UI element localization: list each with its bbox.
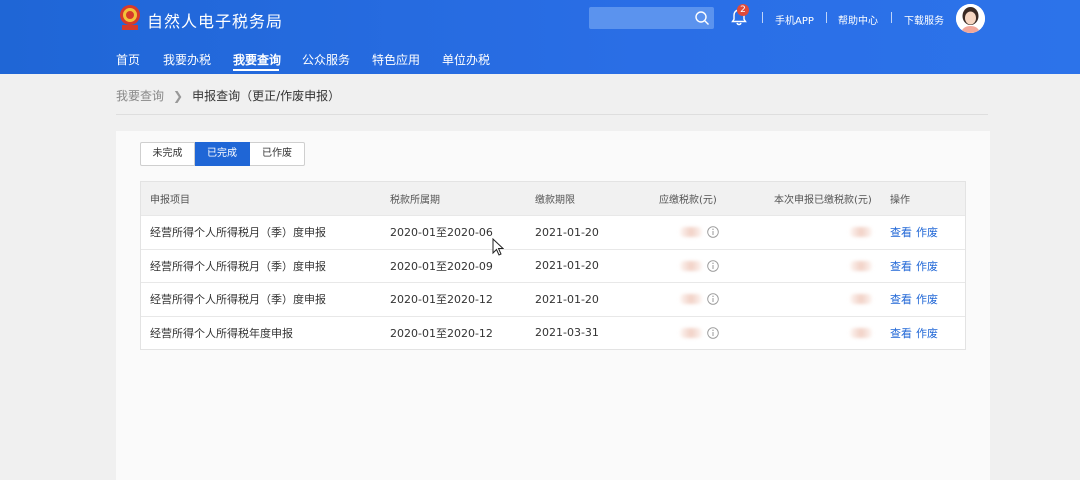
header-period: 税款所属期 xyxy=(390,195,440,206)
table-row: 经营所得个人所得税月（季）度申报 2020-01至2020-09 2021-01… xyxy=(141,248,965,283)
row-tax-due xyxy=(680,250,719,283)
download-service-link[interactable]: 下载服务 xyxy=(904,12,944,27)
table-row: 经营所得个人所得税月（季）度申报 2020-01至2020-06 2021-01… xyxy=(141,215,965,249)
top-header: 自然人电子税务局 2 手机APP 帮助中心 下载服务 首页 我要办税 我要查询 … xyxy=(0,0,1080,74)
row-tax-due xyxy=(680,283,719,316)
chevron-right-icon: ❯ xyxy=(173,89,184,103)
search-icon[interactable] xyxy=(694,10,710,26)
site-title[interactable]: 自然人电子税务局 xyxy=(147,8,283,32)
row-item: 经营所得个人所得税月（季）度申报 xyxy=(150,259,326,273)
separator xyxy=(891,12,892,23)
void-link[interactable]: 作废 xyxy=(916,325,938,341)
separator xyxy=(826,12,827,23)
separator xyxy=(762,12,763,23)
redacted-amount xyxy=(680,260,702,271)
redacted-amount xyxy=(850,327,872,338)
search-input[interactable] xyxy=(589,7,714,29)
row-period: 2020-01至2020-09 xyxy=(390,259,493,273)
redacted-amount xyxy=(680,294,702,305)
nav-unit-tax[interactable]: 单位办税 xyxy=(442,51,490,68)
header-actions: 操作 xyxy=(890,195,910,206)
table-row: 经营所得个人所得税年度申报 2020-01至2020-12 2021-03-31… xyxy=(141,315,965,350)
tax-bureau-logo[interactable] xyxy=(117,3,143,33)
nav-active-indicator xyxy=(233,69,279,71)
nav-home[interactable]: 首页 xyxy=(116,51,140,68)
row-deadline: 2021-03-31 xyxy=(535,326,599,340)
void-link[interactable]: 作废 xyxy=(916,258,938,274)
nav-query[interactable]: 我要查询 xyxy=(233,51,281,68)
status-tabs: 未完成 已完成 已作废 xyxy=(140,142,305,166)
row-actions: 查看 作废 xyxy=(890,216,938,249)
row-tax-paid xyxy=(850,317,872,350)
declaration-table: 申报项目 税款所属期 缴款期限 应缴税款(元) 本次申报已缴税款(元) 操作 经… xyxy=(140,181,966,350)
tab-completed[interactable]: 已完成 xyxy=(195,142,250,166)
info-icon[interactable] xyxy=(707,326,719,339)
void-link[interactable]: 作废 xyxy=(916,291,938,307)
table-header: 申报项目 税款所属期 缴款期限 应缴税款(元) 本次申报已缴税款(元) 操作 xyxy=(141,182,965,215)
row-tax-due xyxy=(680,216,719,249)
row-period: 2020-01至2020-12 xyxy=(390,293,493,307)
row-actions: 查看 作废 xyxy=(890,250,938,283)
row-item: 经营所得个人所得税月（季）度申报 xyxy=(150,293,326,307)
mouse-cursor-icon xyxy=(492,238,504,256)
row-item: 经营所得个人所得税年度申报 xyxy=(150,326,293,340)
redacted-amount xyxy=(850,294,872,305)
redacted-amount xyxy=(850,227,872,238)
mobile-app-link[interactable]: 手机APP xyxy=(775,12,814,27)
header-tax-due: 应缴税款(元) xyxy=(659,195,717,206)
row-item: 经营所得个人所得税月（季）度申报 xyxy=(150,226,326,240)
row-tax-paid xyxy=(850,283,872,316)
info-icon[interactable] xyxy=(707,226,719,239)
info-icon[interactable] xyxy=(707,293,719,306)
nav-special-apps[interactable]: 特色应用 xyxy=(372,51,420,68)
view-link[interactable]: 查看 xyxy=(890,258,912,274)
row-tax-paid xyxy=(850,216,872,249)
view-link[interactable]: 查看 xyxy=(890,224,912,240)
row-period: 2020-01至2020-06 xyxy=(390,226,493,240)
row-deadline: 2021-01-20 xyxy=(535,225,599,239)
redacted-amount xyxy=(680,327,702,338)
notification-badge: 2 xyxy=(737,4,749,16)
header-tax-paid: 本次申报已缴税款(元) xyxy=(774,195,872,206)
avatar-image xyxy=(956,4,985,33)
breadcrumb: 我要查询 ❯ 申报查询（更正/作废申报） xyxy=(116,87,340,104)
avatar[interactable] xyxy=(956,4,985,33)
nav-tax-handling[interactable]: 我要办税 xyxy=(163,51,211,68)
view-link[interactable]: 查看 xyxy=(890,291,912,307)
breadcrumb-parent[interactable]: 我要查询 xyxy=(116,89,164,103)
row-tax-paid xyxy=(850,250,872,283)
row-period: 2020-01至2020-12 xyxy=(390,326,493,340)
row-deadline: 2021-01-20 xyxy=(535,259,599,273)
help-center-link[interactable]: 帮助中心 xyxy=(838,12,878,27)
table-row: 经营所得个人所得税月（季）度申报 2020-01至2020-12 2021-01… xyxy=(141,282,965,316)
tab-incomplete[interactable]: 未完成 xyxy=(140,142,195,166)
void-link[interactable]: 作废 xyxy=(916,224,938,240)
view-link[interactable]: 查看 xyxy=(890,325,912,341)
header-item: 申报项目 xyxy=(150,195,190,206)
nav-public-service[interactable]: 公众服务 xyxy=(302,51,350,68)
row-deadline: 2021-01-20 xyxy=(535,292,599,306)
divider xyxy=(116,114,988,115)
row-actions: 查看 作废 xyxy=(890,283,938,316)
row-actions: 查看 作废 xyxy=(890,317,938,350)
redacted-amount xyxy=(680,227,702,238)
header-deadline: 缴款期限 xyxy=(535,195,575,206)
breadcrumb-current: 申报查询（更正/作废申报） xyxy=(192,89,341,103)
redacted-amount xyxy=(850,260,872,271)
tab-voided[interactable]: 已作废 xyxy=(250,142,305,166)
info-icon[interactable] xyxy=(707,259,719,272)
row-tax-due xyxy=(680,317,719,350)
